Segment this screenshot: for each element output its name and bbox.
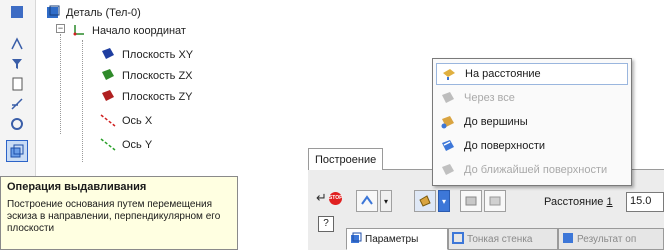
- method-icon: [419, 195, 431, 207]
- menu-item-label: До поверхности: [464, 140, 546, 152]
- symmetric-icon: [489, 196, 501, 206]
- plane-zx-icon: [100, 68, 116, 85]
- tree-item-plane-zy[interactable]: Плоскость ZY: [100, 88, 193, 106]
- tab-label: Тонкая стенка: [467, 233, 533, 245]
- menu-item-distance[interactable]: На расстояние: [436, 63, 628, 85]
- axis-x-icon: [100, 113, 116, 130]
- tree-root-label: Деталь (Тел-0): [66, 7, 141, 19]
- distance-input[interactable]: 15.0: [626, 192, 664, 212]
- filter-icon[interactable]: [4, 54, 30, 74]
- dimension-icon[interactable]: [4, 94, 30, 114]
- tree-item-axis-y[interactable]: Ось Y: [100, 136, 152, 154]
- arrow-left-icon: ↵: [316, 190, 327, 205]
- reverse-icon: [465, 196, 477, 206]
- sketch-icon[interactable]: [4, 34, 30, 54]
- menu-item-to-surface[interactable]: До поверхности: [436, 135, 628, 157]
- part-icon: [46, 5, 60, 22]
- tree-item-plane-xy[interactable]: Плоскость XY: [100, 46, 193, 64]
- tree-expander[interactable]: −: [56, 24, 65, 33]
- menu-item-label: Через все: [464, 92, 515, 104]
- stop-button[interactable]: ↵ STOP: [316, 188, 344, 208]
- model-tree: − Деталь (Тел-0) Начало координат Плоско…: [42, 4, 242, 169]
- plane-zy-icon: [100, 89, 116, 106]
- symmetric-button[interactable]: [484, 190, 506, 212]
- document-icon[interactable]: [4, 74, 30, 94]
- menu-item-label: До вершины: [464, 116, 528, 128]
- tree-item-label: Плоскость XY: [122, 49, 194, 61]
- tab-parameters[interactable]: Параметры: [346, 228, 448, 250]
- direction-dropdown[interactable]: ▾: [380, 190, 392, 212]
- to-vertex-icon: [440, 114, 456, 130]
- tab-label: Параметры: [365, 233, 419, 245]
- tree-item-label: Ось X: [122, 115, 153, 127]
- method-dropdown[interactable]: ▾: [438, 190, 450, 212]
- reverse-button[interactable]: [460, 190, 482, 212]
- thin-wall-icon: [452, 231, 464, 247]
- tree-item-plane-zx[interactable]: Плоскость ZX: [100, 67, 193, 85]
- left-toolbar: [0, 0, 36, 176]
- menu-item-label: На расстояние: [465, 68, 541, 80]
- tab-thin-wall[interactable]: Тонкая стенка: [448, 228, 558, 250]
- tree-item-axis-x[interactable]: Ось X: [100, 112, 152, 130]
- tree-item-origin[interactable]: Начало координат: [72, 22, 186, 40]
- help-button[interactable]: ?: [318, 216, 334, 232]
- stop-icon: STOP: [328, 191, 342, 205]
- bottom-tabs: Параметры Тонкая стенка Результат оп: [346, 228, 664, 250]
- properties-panel: Построение ↵ STOP ? ▾ ▾ Расстояние 1 15.…: [300, 0, 664, 250]
- menu-item-to-vertex[interactable]: До вершины: [436, 111, 628, 133]
- direction-icon: [361, 195, 373, 205]
- axis-y-icon: [100, 137, 116, 154]
- tab-build[interactable]: Построение: [308, 148, 384, 170]
- tooltip: Операция выдавливания Построение основан…: [0, 176, 238, 250]
- to-surface-icon: [440, 138, 456, 154]
- distance-icon: [441, 66, 457, 82]
- tooltip-body: Построение основания путем перемещения э…: [7, 199, 221, 234]
- tab-label: Результат оп: [577, 233, 637, 245]
- tree-item-label: Ось Y: [122, 139, 153, 151]
- menu-item-through-all[interactable]: Через все: [436, 87, 628, 109]
- result-icon: [562, 232, 574, 247]
- to-nearest-surface-icon: [440, 162, 456, 178]
- menu-item-label: До ближайшей поверхности: [464, 164, 608, 176]
- refresh-icon[interactable]: [4, 114, 30, 134]
- tree-root[interactable]: Деталь (Тел-0): [46, 4, 141, 22]
- through-all-icon: [440, 90, 456, 106]
- menu-item-to-nearest-surface[interactable]: До ближайшей поверхности: [436, 159, 628, 181]
- extrude-method-menu: На расстояние Через все До вершины До по…: [432, 58, 632, 186]
- tree-item-label: Плоскость ZX: [122, 70, 193, 82]
- tooltip-title: Операция выдавливания: [7, 181, 147, 193]
- method-button[interactable]: [414, 190, 436, 212]
- tab-result[interactable]: Результат оп: [558, 228, 664, 250]
- direction-button[interactable]: [356, 190, 378, 212]
- plane-xy-icon: [100, 47, 116, 64]
- part-icon[interactable]: [4, 2, 30, 22]
- parameters-icon: [350, 232, 362, 247]
- tree-item-label: Начало координат: [92, 25, 186, 37]
- origin-icon: [72, 23, 86, 40]
- extrude-operation-icon[interactable]: [6, 140, 28, 162]
- distance-label: Расстояние 1: [544, 196, 613, 208]
- tree-item-label: Плоскость ZY: [122, 91, 193, 103]
